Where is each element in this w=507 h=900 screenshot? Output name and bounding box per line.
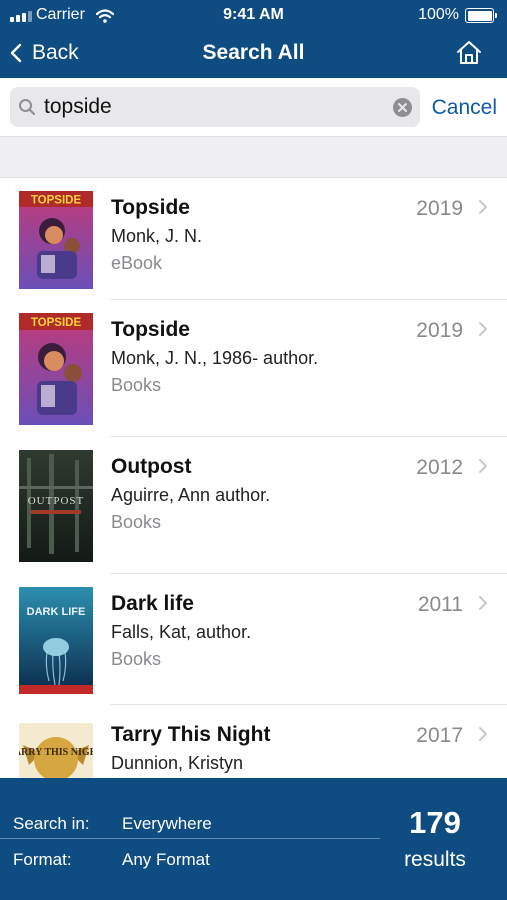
cover-title: TOPSIDE [31,195,82,207]
result-title: Topside [111,318,190,341]
search-in-label: Search in: [13,814,90,833]
cancel-button[interactable]: Cancel [432,96,497,120]
format-value: Any Format [122,850,210,869]
result-year: 2011 [417,593,463,616]
filter-footer: Search in: Everywhere Format: Any Format… [0,778,507,900]
filter-divider [0,838,380,839]
result-row[interactable]: TARRY THIS NIGHT Tarry This Night Dunnio… [0,705,507,778]
result-author: Dunnion, Kristyn [111,753,244,773]
home-icon[interactable] [455,39,483,67]
cover-title: DARK LIFE [27,606,86,618]
result-title: Tarry This Night [111,723,271,746]
search-bar: Cancel [0,78,507,136]
search-icon [19,99,36,116]
format-filter[interactable]: Format: Any Format [0,842,380,878]
result-author: Monk, J. N., 1986- author. [111,348,319,368]
close-icon [398,103,407,112]
result-row[interactable]: DARK LIFE Dark life Falls, Kat, author. … [0,574,507,705]
book-cover-outpost: OUTPOST [19,450,93,562]
result-year: 2017 [416,724,463,747]
chevron-right-icon [479,322,487,336]
result-author: Falls, Kat, author. [111,622,252,642]
results-list: TOPSIDE Topside Monk, J. N. eBook 2019 T… [0,178,507,778]
back-label: Back [32,41,79,64]
result-title: Outpost [111,455,192,478]
cover-title: OUTPOST [28,495,85,507]
battery-icon [465,8,497,23]
result-count: 179 [409,805,461,840]
result-year: 2012 [416,456,463,479]
top-bar: Carrier 9:41 AM 100% Back Search All [0,0,507,78]
clear-search-button[interactable] [393,98,412,117]
back-button[interactable]: Back [10,38,79,68]
status-bar: Carrier 9:41 AM 100% [0,0,507,30]
search-input[interactable] [44,87,384,127]
book-cover-topside: TOPSIDE [19,191,93,289]
result-format: eBook [111,253,163,273]
result-year: 2019 [416,319,463,342]
result-row[interactable]: TOPSIDE Topside Monk, J. N., 1986- autho… [0,300,507,437]
chevron-right-icon [479,459,487,473]
chevron-right-icon [479,200,487,214]
chevron-right-icon [479,596,487,610]
result-count-label: results [404,848,466,871]
navigation-bar: Back Search All [0,30,507,78]
book-cover-tarry-this-night: TARRY THIS NIGHT [19,723,93,778]
search-in-value: Everywhere [122,814,212,833]
cover-title: TOPSIDE [31,317,82,329]
search-in-filter[interactable]: Search in: Everywhere [0,806,380,842]
results-header-band [0,136,507,178]
chevron-left-icon [10,43,22,63]
battery-percent: 100% [418,6,459,23]
search-field[interactable] [10,87,420,127]
result-author: Aguirre, Ann author. [111,485,271,505]
result-format: Books [111,375,162,395]
result-format: Books [111,512,162,532]
result-row[interactable]: TOPSIDE Topside Monk, J. N. eBook 2019 [0,178,507,300]
result-title: Dark life [111,592,194,615]
result-title: Topside [111,196,190,219]
cover-title: TARRY THIS NIGHT [19,747,93,758]
result-format: Books [111,649,162,669]
result-year: 2019 [416,197,463,220]
format-label: Format: [13,850,72,869]
chevron-right-icon [479,727,487,741]
result-row[interactable]: OUTPOST Outpost Aguirre, Ann author. Boo… [0,437,507,574]
book-cover-dark-life: DARK LIFE [19,587,93,694]
result-author: Monk, J. N. [111,226,203,246]
book-cover-topside: TOPSIDE [19,313,93,425]
